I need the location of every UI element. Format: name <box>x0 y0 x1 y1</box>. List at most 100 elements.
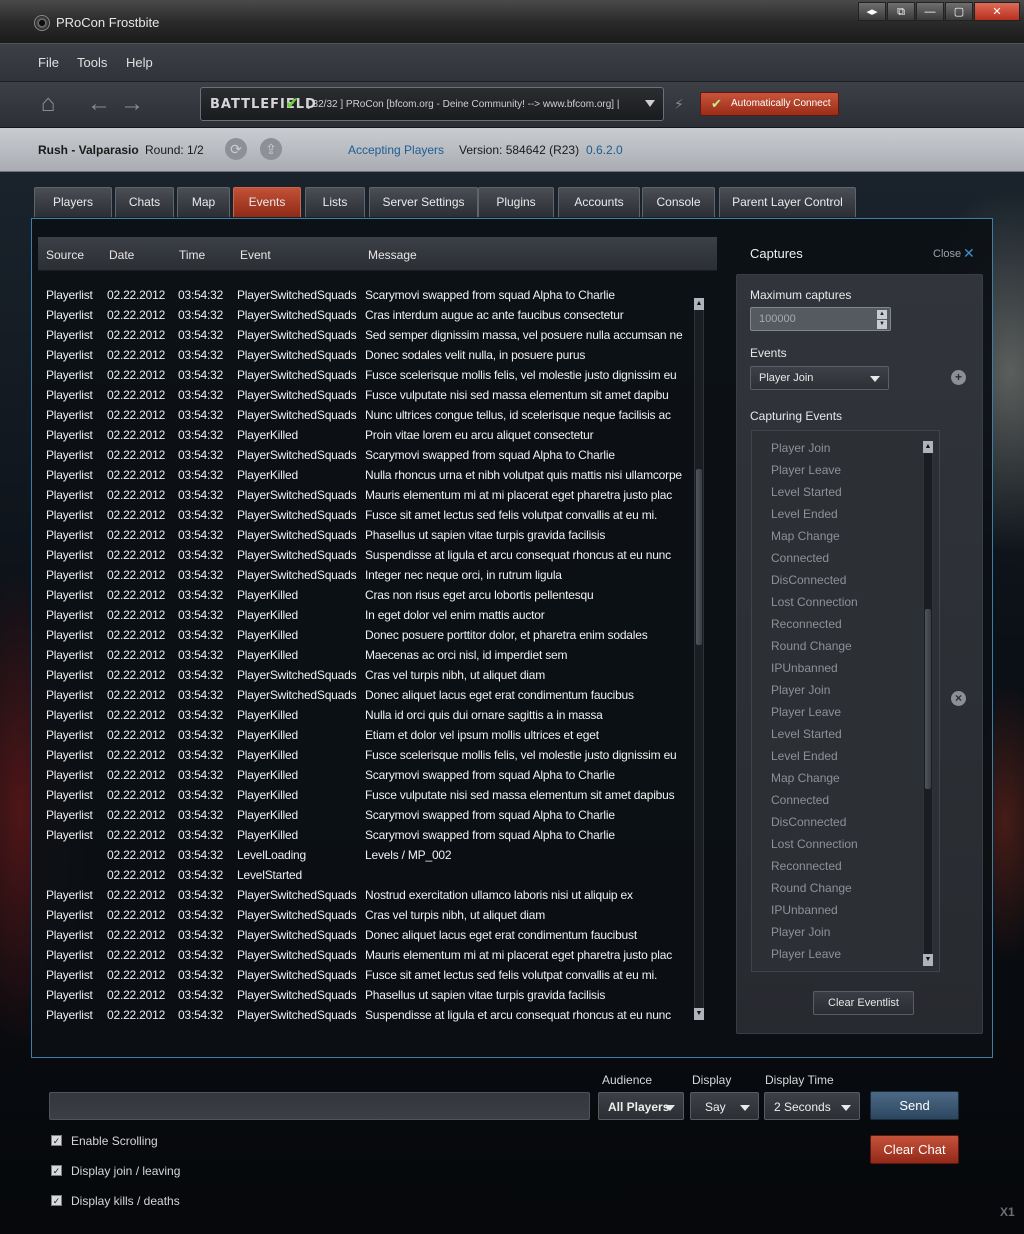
list-item[interactable]: Map Change <box>771 771 840 785</box>
table-row[interactable]: Playerlist 02.22.2012 03:54:32 PlayerKilled… <box>38 805 688 825</box>
table-row[interactable]: Playerlist 02.22.2012 03:54:32 PlayerKilled… <box>38 725 688 745</box>
list-item[interactable]: Connected <box>771 551 829 565</box>
table-row[interactable]: Playerlist 02.22.2012 03:54:32 PlayerSwitch… <box>38 665 688 685</box>
clear-eventlist-button[interactable]: Clear Eventlist <box>813 991 914 1015</box>
list-item[interactable]: IPUnbanned <box>771 903 838 917</box>
list-item[interactable]: Map Change <box>771 529 840 543</box>
capturing-scroll-thumb[interactable] <box>925 609 931 789</box>
table-row[interactable]: Playerlist 02.22.2012 03:54:32 PlayerKilled… <box>38 745 688 765</box>
plug-icon[interactable]: ⚡ <box>674 96 690 112</box>
list-item[interactable]: Player Leave <box>771 947 841 961</box>
table-row[interactable]: Playerlist 02.22.2012 03:54:32 PlayerSwitch… <box>38 285 688 305</box>
tab-plugins[interactable]: Plugins <box>478 187 554 217</box>
server-select[interactable]: BATTLEFIELD ✔ [ 32/32 ] PRoCon [bfcom.or… <box>200 87 664 121</box>
table-row[interactable]: Playerlist 02.22.2012 03:54:32 PlayerSwitch… <box>38 985 688 1005</box>
events-scroll-thumb[interactable] <box>696 469 702 645</box>
table-row[interactable]: Playerlist 02.22.2012 03:54:32 PlayerSwitch… <box>38 685 688 705</box>
tab-map[interactable]: Map <box>177 187 230 217</box>
table-row[interactable]: Playerlist 02.22.2012 03:54:32 PlayerSwitch… <box>38 945 688 965</box>
list-item[interactable]: Lost Connection <box>771 837 858 851</box>
menu-tools[interactable]: Tools <box>77 55 107 70</box>
tab-server-settings[interactable]: Server Settings <box>369 187 478 217</box>
scroll-up-icon[interactable]: ▲ <box>694 298 704 310</box>
list-item[interactable]: Player Join <box>771 683 830 697</box>
chat-message-input[interactable] <box>49 1092 590 1120</box>
checkbox-check-icon[interactable]: ✓ <box>51 1135 62 1146</box>
column-message[interactable]: Message <box>368 248 417 262</box>
table-row[interactable]: 02.22.2012 03:54:32 LevelStarted <box>38 865 688 885</box>
table-row[interactable]: Playerlist 02.22.2012 03:54:32 PlayerKilled… <box>38 705 688 725</box>
max-captures-input[interactable] <box>754 311 874 327</box>
list-item[interactable]: Reconnected <box>771 617 842 631</box>
list-item[interactable]: Player Leave <box>771 705 841 719</box>
table-row[interactable]: Playerlist 02.22.2012 03:54:32 PlayerSwitch… <box>38 565 688 585</box>
list-item[interactable]: Player Join <box>771 925 830 939</box>
list-item[interactable]: Connected <box>771 793 829 807</box>
column-source[interactable]: Source <box>46 248 84 262</box>
table-row[interactable]: Playerlist 02.22.2012 03:54:32 PlayerSwitch… <box>38 1005 688 1025</box>
table-row[interactable]: Playerlist 02.22.2012 03:54:32 PlayerKilled… <box>38 765 688 785</box>
table-row[interactable]: Playerlist 02.22.2012 03:54:32 PlayerSwitch… <box>38 445 688 465</box>
column-event[interactable]: Event <box>240 248 271 262</box>
auto-connect-button[interactable]: ✔ Automatically Connect <box>700 92 839 116</box>
scroll-down-icon[interactable]: ▼ <box>923 954 933 966</box>
list-item[interactable]: IPUnbanned <box>771 661 838 675</box>
table-row[interactable]: Playerlist 02.22.2012 03:54:32 PlayerKilled… <box>38 425 688 445</box>
table-row[interactable]: Playerlist 02.22.2012 03:54:32 PlayerSwitch… <box>38 325 688 345</box>
table-row[interactable]: Playerlist 02.22.2012 03:54:32 PlayerSwitch… <box>38 405 688 425</box>
list-item[interactable]: Round Change <box>771 881 852 895</box>
checkbox-check-icon[interactable]: ✓ <box>51 1165 62 1176</box>
checkbox-check-icon[interactable]: ✓ <box>51 1195 62 1206</box>
list-item[interactable]: Reconnected <box>771 859 842 873</box>
table-row[interactable]: Playerlist 02.22.2012 03:54:32 PlayerSwitch… <box>38 345 688 365</box>
home-icon[interactable]: ⌂ <box>33 90 63 118</box>
list-item[interactable]: Level Ended <box>771 749 838 763</box>
table-row[interactable]: Playerlist 02.22.2012 03:54:32 PlayerKilled… <box>38 645 688 665</box>
spin-up-icon[interactable]: ▲ <box>877 310 887 319</box>
table-row[interactable]: 02.22.2012 03:54:32 LevelLoading Levels / M… <box>38 845 688 865</box>
close-button[interactable]: ✕ <box>974 2 1020 21</box>
table-row[interactable]: Playerlist 02.22.2012 03:54:32 PlayerSwitch… <box>38 545 688 565</box>
maximize-button[interactable]: ▢ <box>945 2 973 21</box>
close-icon[interactable]: ✕ <box>963 245 975 262</box>
refresh-icon[interactable]: ⟳ <box>225 138 247 160</box>
forward-icon[interactable]: → <box>117 90 147 118</box>
captures-close-label[interactable]: Close <box>933 248 961 260</box>
table-row[interactable]: Playerlist 02.22.2012 03:54:32 PlayerKilled… <box>38 605 688 625</box>
table-row[interactable]: Playerlist 02.22.2012 03:54:32 PlayerSwitch… <box>38 485 688 505</box>
list-item[interactable]: DisConnected <box>771 573 846 587</box>
menu-help[interactable]: Help <box>126 55 153 70</box>
display-select[interactable]: Say <box>690 1092 759 1120</box>
table-row[interactable]: Playerlist 02.22.2012 03:54:32 PlayerSwitch… <box>38 385 688 405</box>
events-select[interactable]: Player Join <box>750 366 889 390</box>
table-row[interactable]: Playerlist 02.22.2012 03:54:32 PlayerSwitch… <box>38 925 688 945</box>
tab-accounts[interactable]: Accounts <box>558 187 640 217</box>
tab-console[interactable]: Console <box>642 187 715 217</box>
list-item[interactable]: Player Join <box>771 441 830 455</box>
tab-players[interactable]: Players <box>34 187 112 217</box>
minimize-button[interactable]: — <box>916 2 944 21</box>
table-row[interactable]: Playerlist 02.22.2012 03:54:32 PlayerKilled… <box>38 785 688 805</box>
table-row[interactable]: Playerlist 02.22.2012 03:54:32 PlayerKilled… <box>38 625 688 645</box>
table-row[interactable]: Playerlist 02.22.2012 03:54:32 PlayerSwitch… <box>38 505 688 525</box>
clear-chat-button[interactable]: Clear Chat <box>870 1135 959 1164</box>
table-row[interactable]: Playerlist 02.22.2012 03:54:32 PlayerKilled… <box>38 465 688 485</box>
tab-events[interactable]: Events <box>233 187 301 217</box>
list-item[interactable]: Level Started <box>771 727 842 741</box>
capturing-events-list[interactable]: Player Join Player Leave Level Started Leve… <box>751 430 940 972</box>
back-icon[interactable]: ← <box>84 90 114 118</box>
window-popout-icon[interactable]: ⧉ <box>887 2 915 21</box>
add-icon[interactable]: + <box>951 370 966 385</box>
table-row[interactable]: Playerlist 02.22.2012 03:54:32 PlayerSwitch… <box>38 885 688 905</box>
remove-icon[interactable]: × <box>951 691 966 706</box>
column-date[interactable]: Date <box>109 248 134 262</box>
tab-parent-layer-control[interactable]: Parent Layer Control <box>719 187 856 217</box>
audience-select[interactable]: All Players <box>598 1092 684 1120</box>
list-item[interactable]: Lost Connection <box>771 595 858 609</box>
table-row[interactable]: Playerlist 02.22.2012 03:54:32 PlayerSwitch… <box>38 365 688 385</box>
table-row[interactable]: Playerlist 02.22.2012 03:54:32 PlayerKilled… <box>38 585 688 605</box>
events-scrollbar[interactable]: ▲ ▼ <box>694 298 704 1020</box>
list-item[interactable]: Player Leave <box>771 463 841 477</box>
table-row[interactable]: Playerlist 02.22.2012 03:54:32 PlayerSwitch… <box>38 525 688 545</box>
scroll-down-icon[interactable]: ▼ <box>694 1008 704 1020</box>
